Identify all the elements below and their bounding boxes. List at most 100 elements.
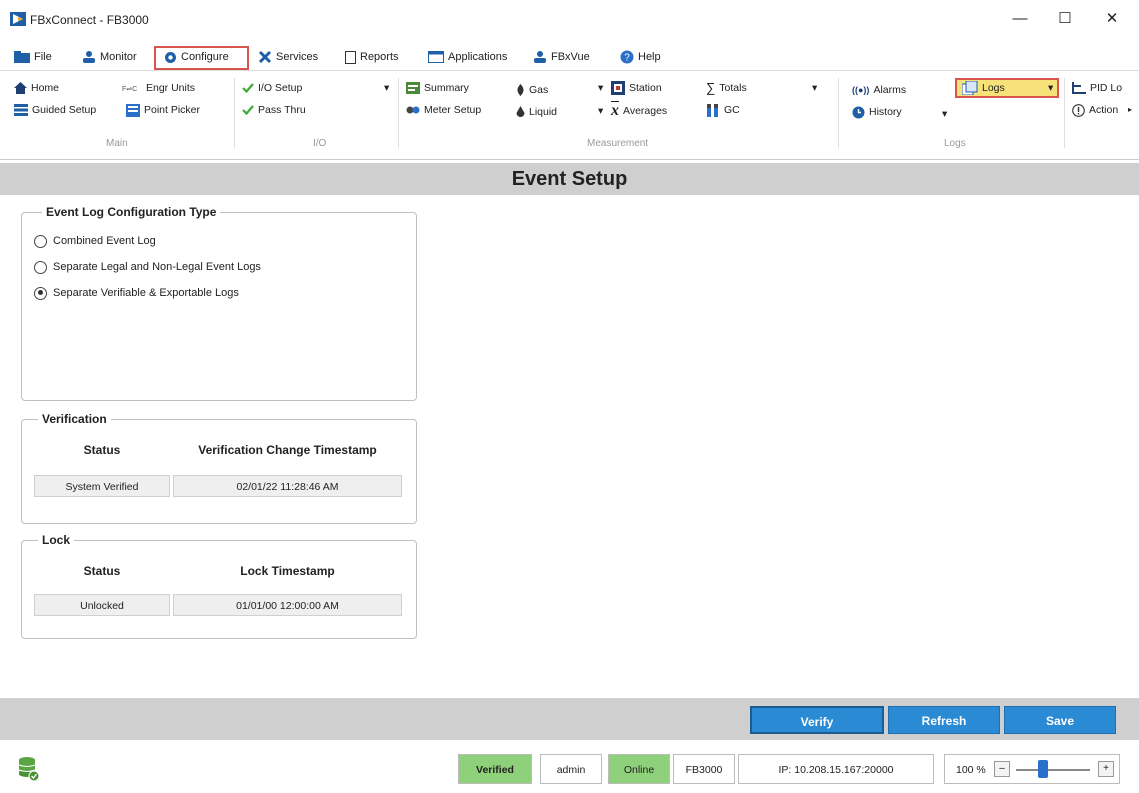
home-button[interactable]: Home xyxy=(14,80,59,96)
close-button[interactable]: ✕ xyxy=(1097,8,1127,30)
gc-label: GC xyxy=(724,104,740,116)
radio-separate-verifiable-exportable[interactable]: Separate Verifiable & Exportable Logs xyxy=(34,284,239,302)
menu-applications[interactable]: Applications xyxy=(428,46,507,68)
sigma-icon: ∑ xyxy=(706,80,716,96)
verified-status: Verified xyxy=(458,754,532,784)
zoom-out-button[interactable]: – xyxy=(994,761,1010,777)
lock-group: Lock xyxy=(21,533,417,639)
checkmark-icon xyxy=(242,83,254,94)
actions-button[interactable]: Action xyxy=(1072,102,1134,118)
io-setup-button[interactable]: I/O Setup xyxy=(242,80,302,96)
gc-button[interactable]: GC xyxy=(706,102,740,118)
flame-icon xyxy=(517,84,524,97)
page-title: Event Setup xyxy=(0,163,1139,195)
io-setup-dropdown-arrow-icon[interactable]: ▾ xyxy=(384,80,389,96)
totals-dropdown-arrow-icon[interactable]: ▾ xyxy=(812,80,817,96)
pass-thru-label: Pass Thru xyxy=(258,104,306,116)
pid-icon xyxy=(1072,82,1086,95)
averages-dropdown-arrow-icon[interactable]: ▾ xyxy=(598,103,603,119)
title-bar: FBxConnect - FB3000 — ☐ ✕ xyxy=(0,0,1139,38)
liquid-button[interactable]: Liquid xyxy=(516,104,557,120)
radio-separate-legal-non-legal[interactable]: Separate Legal and Non-Legal Event Logs xyxy=(34,258,261,276)
station-icon xyxy=(611,81,625,96)
ribbon-group-io-label: I/O xyxy=(313,138,327,149)
station-button[interactable]: Station xyxy=(611,80,662,96)
menu-help[interactable]: ? Help xyxy=(620,46,661,68)
menu-fbxvue-label: FBxVue xyxy=(551,51,590,63)
menu-reports[interactable]: Reports xyxy=(345,46,399,68)
online-status: Online xyxy=(608,754,670,784)
meter-setup-button[interactable]: Meter Setup xyxy=(406,102,481,118)
station-dropdown-arrow-icon[interactable]: ▾ xyxy=(598,80,603,96)
alarm-icon: ((●)) xyxy=(852,85,870,96)
summary-label: Summary xyxy=(424,82,469,94)
pid-label: PID Lo xyxy=(1090,82,1123,94)
history-dropdown-arrow-icon[interactable]: ▾ xyxy=(942,106,947,122)
guided-setup-label: Guided Setup xyxy=(32,104,97,116)
point-picker-label: Point Picker xyxy=(144,104,201,116)
menu-services[interactable]: Services xyxy=(258,46,318,68)
ribbon-separator xyxy=(1064,78,1065,148)
engr-units-button[interactable]: F⇌C Engr Units xyxy=(122,80,195,96)
history-button[interactable]: History xyxy=(852,104,902,120)
verify-button[interactable]: Verify xyxy=(750,706,884,734)
window-icon xyxy=(428,51,444,64)
zoom-slider-thumb[interactable] xyxy=(1038,760,1048,778)
verification-group: Verification xyxy=(21,412,417,524)
point-picker-button[interactable]: Point Picker xyxy=(126,102,200,118)
averages-label: Averages xyxy=(623,105,668,117)
totals-button[interactable]: ∑ Totals xyxy=(706,80,747,96)
menu-services-label: Services xyxy=(276,51,319,63)
guided-setup-button[interactable]: Guided Setup xyxy=(14,102,96,118)
radio-label: Separate Legal and Non-Legal Event Logs xyxy=(53,261,261,273)
minimize-button[interactable]: — xyxy=(1005,8,1035,30)
radio-combined-event-log[interactable]: Combined Event Log xyxy=(34,232,156,250)
logs-button-content[interactable]: Logs xyxy=(962,80,1005,96)
ribbon-group-measurement-label: Measurement xyxy=(587,138,649,149)
document-icon xyxy=(345,50,356,64)
pid-loop-button[interactable]: PID Lo xyxy=(1072,80,1132,96)
fbxconnect-logo-icon xyxy=(10,12,26,26)
zoom-in-button[interactable]: + xyxy=(1098,761,1114,777)
ribbon-scroll-right-icon[interactable]: ▸ xyxy=(1128,102,1132,118)
ribbon-group-main-label: Main xyxy=(106,138,128,149)
verification-timestamp-header: Verification Change Timestamp xyxy=(198,443,377,457)
pass-thru-button[interactable]: Pass Thru xyxy=(242,102,306,118)
radio-button-selected-icon[interactable] xyxy=(34,286,47,300)
radio-button-icon[interactable] xyxy=(34,260,47,274)
tools-icon xyxy=(258,51,272,64)
menu-monitor[interactable]: Monitor xyxy=(82,46,137,68)
window-title: FBxConnect - FB3000 xyxy=(30,13,149,27)
logs-dropdown-arrow-icon[interactable]: ▾ xyxy=(1048,80,1053,96)
averages-button[interactable]: x Averages xyxy=(611,103,667,119)
logs-icon xyxy=(962,81,978,96)
menu-help-label: Help xyxy=(638,51,661,63)
gas-button[interactable]: Gas xyxy=(516,82,548,98)
station-label: Station xyxy=(629,82,662,94)
folder-icon xyxy=(14,51,30,64)
summary-icon xyxy=(406,82,420,95)
refresh-button[interactable]: Refresh xyxy=(888,706,1000,734)
menu-fbxvue[interactable]: FBxVue xyxy=(533,46,590,68)
gas-label: Gas xyxy=(529,84,549,96)
liquid-label: Liquid xyxy=(529,106,558,118)
configure-highlight xyxy=(154,46,249,70)
radio-button-icon[interactable] xyxy=(34,234,47,248)
menu-file[interactable]: File xyxy=(14,46,52,68)
ribbon-separator xyxy=(838,78,839,148)
info-circle-icon xyxy=(1072,103,1085,117)
user-icon xyxy=(534,51,546,64)
summary-button[interactable]: Summary xyxy=(406,80,469,96)
save-button[interactable]: Save xyxy=(1004,706,1116,734)
alarms-button[interactable]: ((●)) Alarms xyxy=(852,82,906,98)
svg-text:?: ? xyxy=(624,53,630,64)
ribbon-separator xyxy=(398,78,399,148)
actions-label: Action xyxy=(1089,104,1119,116)
radio-label: Combined Event Log xyxy=(53,235,156,247)
lock-status-value: Unlocked xyxy=(34,594,170,616)
verification-status-header: Status xyxy=(83,443,121,457)
event-log-config-legend: Event Log Configuration Type xyxy=(46,205,217,219)
maximize-button[interactable]: ☐ xyxy=(1050,8,1080,30)
history-label: History xyxy=(869,106,902,118)
zoom-slider-track[interactable] xyxy=(1016,769,1090,771)
